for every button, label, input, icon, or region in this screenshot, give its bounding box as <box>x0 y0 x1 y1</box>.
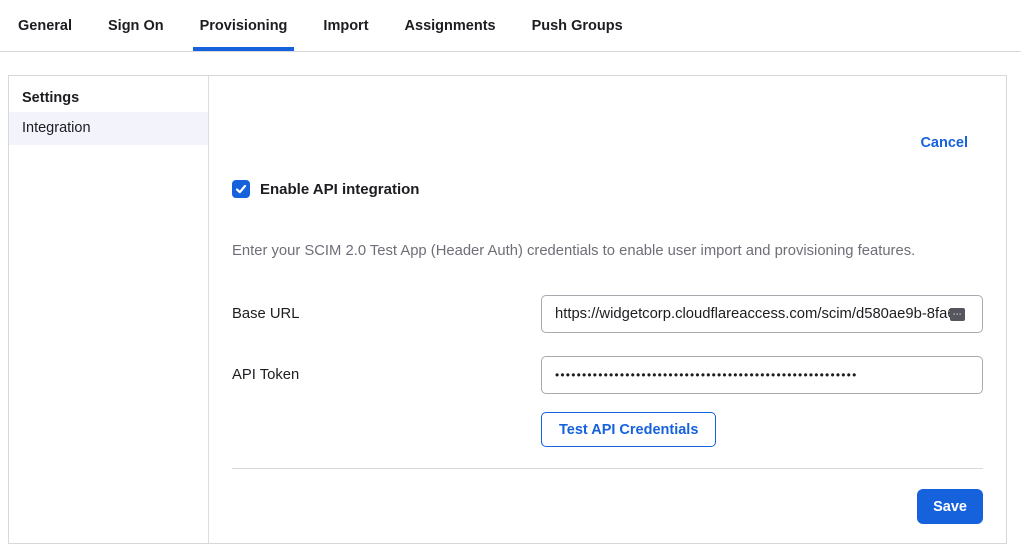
base-url-label: Base URL <box>232 306 541 322</box>
tab-general[interactable]: General <box>11 0 79 51</box>
header-actions: Cancel <box>232 134 983 150</box>
form-divider <box>232 468 983 469</box>
app-tab-bar: General Sign On Provisioning Import Assi… <box>0 0 1021 52</box>
api-token-input[interactable]: ••••••••••••••••••••••••••••••••••••••••… <box>541 356 983 394</box>
tab-import[interactable]: Import <box>316 0 375 51</box>
api-token-value: ••••••••••••••••••••••••••••••••••••••••… <box>555 368 857 382</box>
base-url-row: Base URL https://widgetcorp.cloudflareac… <box>232 295 983 333</box>
base-url-input[interactable]: https://widgetcorp.cloudflareaccess.com/… <box>541 295 983 333</box>
text-overflow-marker: ⋯ <box>950 308 965 321</box>
save-button[interactable]: Save <box>917 489 983 524</box>
enable-api-row: Enable API integration <box>232 180 983 198</box>
cancel-link[interactable]: Cancel <box>920 135 968 151</box>
tab-sign-on[interactable]: Sign On <box>101 0 171 51</box>
credentials-description: Enter your SCIM 2.0 Test App (Header Aut… <box>232 243 983 259</box>
settings-sidebar: Settings Integration <box>9 76 209 543</box>
enable-api-label: Enable API integration <box>260 181 419 198</box>
sidebar-heading: Settings <box>9 88 208 108</box>
api-token-row: API Token ••••••••••••••••••••••••••••••… <box>232 356 983 394</box>
save-row: Save <box>232 489 983 524</box>
provisioning-panel: Settings Integration Cancel Enable API i… <box>8 75 1007 544</box>
check-icon <box>235 183 247 195</box>
test-api-credentials-button[interactable]: Test API Credentials <box>541 412 716 447</box>
tab-provisioning[interactable]: Provisioning <box>193 0 295 51</box>
test-credentials-row: Test API Credentials <box>541 412 983 447</box>
tab-push-groups[interactable]: Push Groups <box>525 0 630 51</box>
enable-api-checkbox[interactable] <box>232 180 250 198</box>
integration-settings-main: Cancel Enable API integration Enter your… <box>209 76 1006 543</box>
sidebar-item-integration[interactable]: Integration <box>9 112 208 145</box>
tab-assignments[interactable]: Assignments <box>398 0 503 51</box>
api-token-label: API Token <box>232 367 541 383</box>
base-url-value: https://widgetcorp.cloudflareaccess.com/… <box>555 306 956 322</box>
